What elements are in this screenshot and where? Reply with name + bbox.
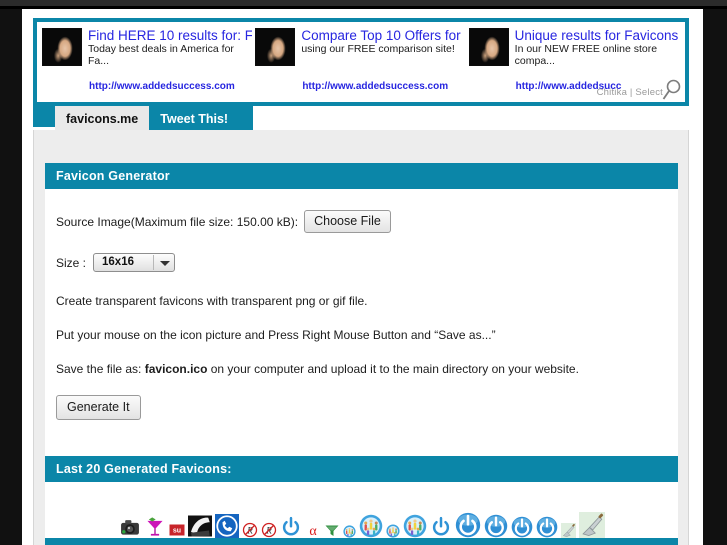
ad-url[interactable]: http://www.addedsuccess.com <box>302 81 448 92</box>
source-image-label: Source Image(Maximum file size: 150.00 k… <box>56 214 299 229</box>
ad-title[interactable]: Find HERE 10 results for: F <box>88 28 252 43</box>
tab-tweet-this[interactable]: Tweet This! <box>149 106 239 130</box>
green-funnel-favicon[interactable] <box>324 522 340 538</box>
power-button-favicon[interactable] <box>280 516 302 538</box>
power-glossy-favicon[interactable] <box>511 516 533 538</box>
favicon-list-body: su RRα <box>45 482 678 545</box>
size-row: Size : 16x16 <box>56 233 667 272</box>
favicon-generator-panel: Favicon Generator Source Image(Maximum f… <box>45 163 678 490</box>
pointing-hand-thumbnail-icon <box>468 28 509 66</box>
description-line-2: Put your mouse on the icon picture and P… <box>56 328 496 342</box>
small-trowel-favicon[interactable] <box>560 523 576 538</box>
chevron-down-icon <box>160 260 171 266</box>
choose-file-button[interactable]: Choose File <box>304 210 391 233</box>
red-alpha-favicon[interactable]: α <box>305 522 321 538</box>
ad-unit[interactable]: Find HERE 10 results for: F Today best d… <box>42 28 255 101</box>
pointing-hand-thumbnail-icon <box>255 28 296 66</box>
magnifier-icon <box>662 79 681 100</box>
size-select-divider <box>153 255 155 270</box>
camera-favicon[interactable] <box>119 516 141 538</box>
ad-title[interactable]: Unique results for Favicons <box>515 28 679 43</box>
ad-url[interactable]: http://www.addedsuccess.com <box>89 81 235 92</box>
size-select-value: 16x16 <box>102 256 134 268</box>
browser-frame: Find HERE 10 results for: F Today best d… <box>0 0 727 545</box>
page-body: Favicon Generator Source Image(Maximum f… <box>33 130 689 545</box>
panel-title-favicon-generator: Favicon Generator <box>45 163 678 189</box>
ad-description: In our NEW FREE online store compa... <box>514 43 658 67</box>
page-viewport: Find HERE 10 results for: F Today best d… <box>22 9 703 545</box>
description-line-3-prefix: Save the file as: <box>56 362 145 376</box>
generate-row: Generate It <box>56 376 667 444</box>
tab-favicons-me[interactable]: favicons.me <box>55 106 150 130</box>
favicon-ico-filename: favicon.ico <box>144 362 208 376</box>
description-line-1: Create transparent favicons with transpa… <box>56 294 368 308</box>
large-trowel-favicon[interactable] <box>578 512 605 538</box>
power-glossy-favicon[interactable] <box>455 512 481 538</box>
blue-phone-favicon[interactable] <box>214 514 239 538</box>
favicon-generator-body: Source Image(Maximum file size: 150.00 k… <box>45 189 678 490</box>
source-image-row: Source Image(Maximum file size: 150.00 k… <box>56 189 667 233</box>
chitika-brand-label[interactable]: Chitika | Select <box>597 87 663 98</box>
ad-unit[interactable]: Compare Top 10 Offers for using our FREE… <box>255 28 468 101</box>
power-outline-favicon[interactable] <box>430 516 452 538</box>
stumbleupon-su-favicon[interactable]: su <box>169 522 185 538</box>
panel-title-last-20-favicons: Last 20 Generated Favicons: <box>45 456 678 482</box>
svg-text:α: α <box>309 524 317 538</box>
last-generated-favicons-panel: Last 20 Generated Favicons: su RRα <box>45 456 678 545</box>
tab-bar-shoulder <box>33 106 55 127</box>
pointing-hand-thumbnail-icon <box>42 28 82 66</box>
chitika-ad-inner: Find HERE 10 results for: F Today best d… <box>37 22 685 102</box>
size-label: Size : <box>56 255 87 270</box>
description-line-3-suffix: on your computer and upload it to the ma… <box>207 362 579 376</box>
ad-title[interactable]: Compare Top 10 Offers for <box>301 28 465 43</box>
ad-description: Today best deals in America for Fa... <box>88 43 234 67</box>
tab-strip: favicons.me Tweet This! <box>55 106 254 130</box>
people-circle-favicon[interactable] <box>359 514 383 538</box>
people-circle-favicon[interactable] <box>403 514 427 538</box>
no-r-symbol-favicon[interactable]: R <box>261 522 277 538</box>
no-r-symbol-favicon[interactable]: R <box>242 522 258 538</box>
generate-it-button[interactable]: Generate It <box>56 395 141 420</box>
description-line-3: Save the file as: favicon.ico on your co… <box>56 342 667 376</box>
power-glossy-favicon[interactable] <box>484 514 508 538</box>
shoe-photo-favicon[interactable] <box>187 514 212 538</box>
svg-text:su: su <box>172 528 180 535</box>
ad-description: using our FREE comparison site! <box>301 43 455 55</box>
people-circle-favicon[interactable] <box>342 525 356 538</box>
chitika-ad-block[interactable]: Find HERE 10 results for: F Today best d… <box>33 18 689 106</box>
tab-bar: favicons.me Tweet This! <box>33 106 689 130</box>
bottom-teal-bar <box>45 538 678 545</box>
power-glossy-favicon[interactable] <box>536 516 558 538</box>
favicon-strip: su RRα <box>56 482 667 545</box>
martini-glass-favicon[interactable] <box>144 516 166 538</box>
size-select[interactable]: 16x16 <box>93 253 176 272</box>
people-circle-favicon[interactable] <box>385 524 400 538</box>
